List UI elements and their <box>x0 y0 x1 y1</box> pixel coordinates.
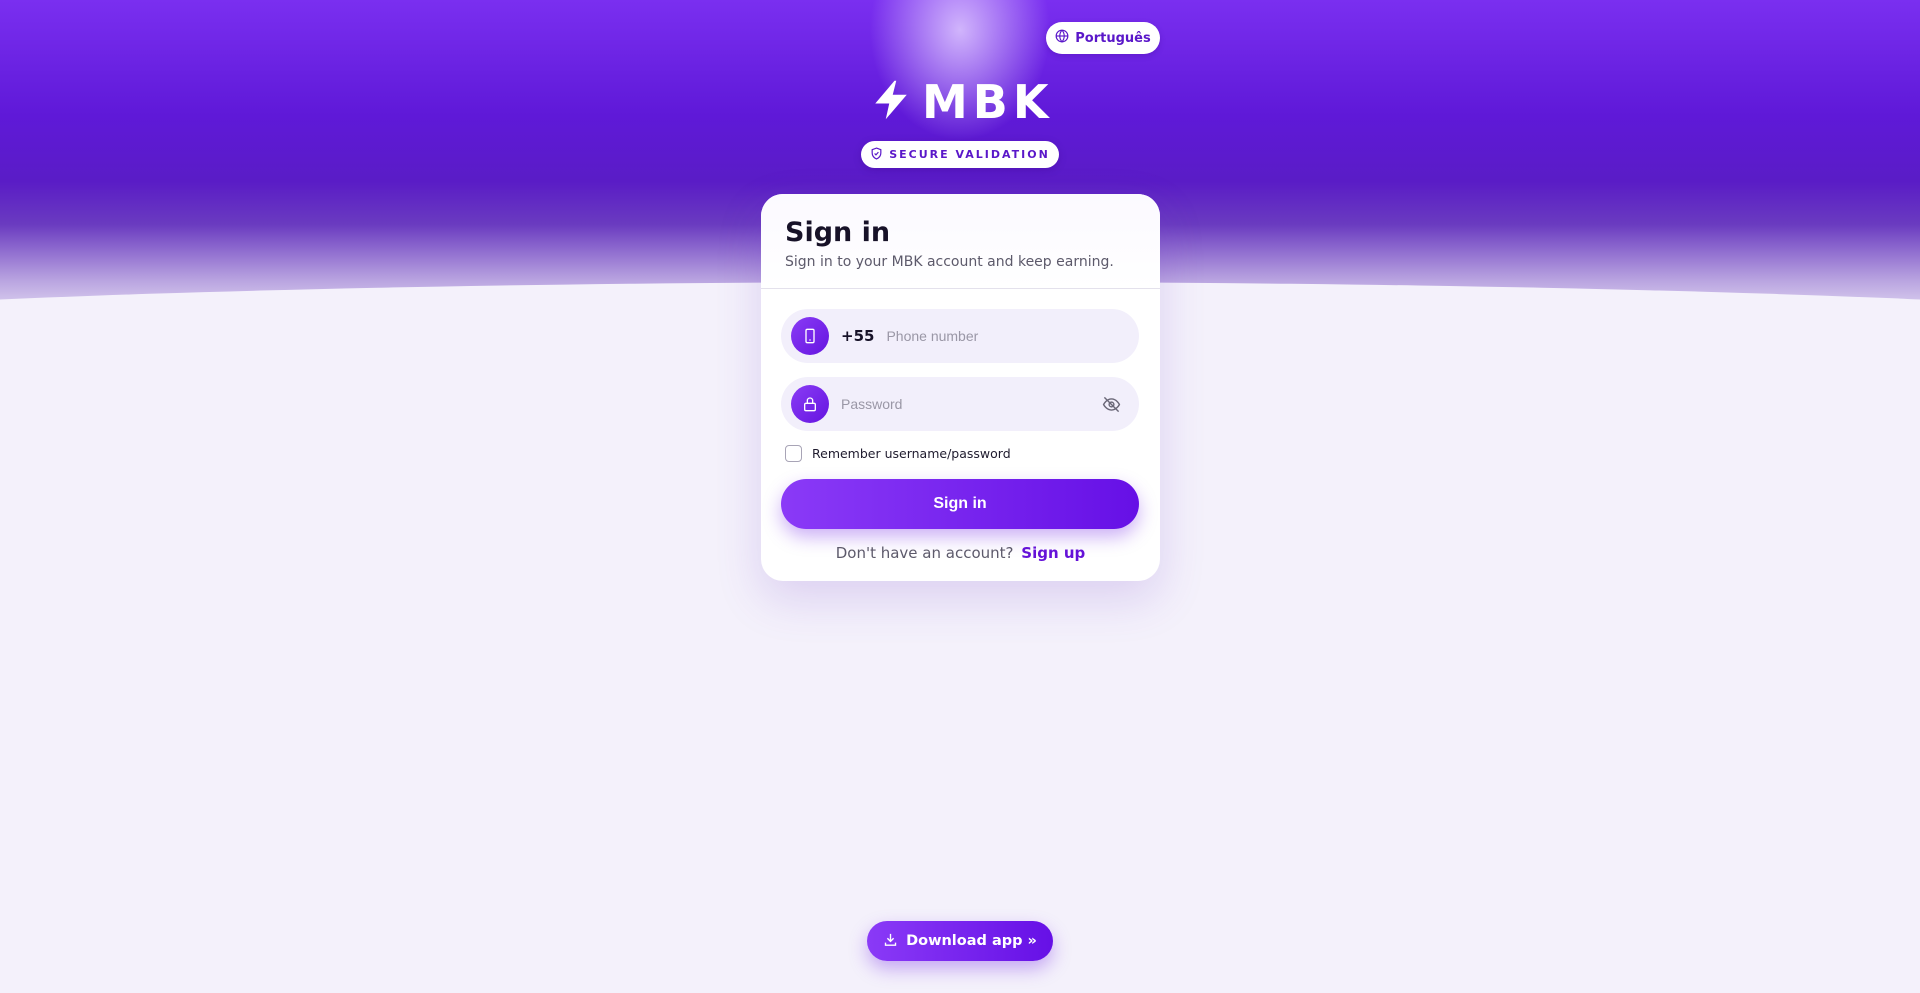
badge-label: SECURE VALIDATION <box>889 148 1050 161</box>
globe-icon <box>1055 29 1069 47</box>
page-title: Sign in <box>785 217 891 248</box>
lightning-bolt-icon <box>870 79 912 125</box>
signup-link[interactable]: Sign up <box>1021 544 1085 562</box>
signin-button[interactable]: Sign in <box>781 479 1139 529</box>
signin-card: Sign in Sign in to your MBK account and … <box>761 194 1160 581</box>
secure-validation-badge: SECURE VALIDATION <box>861 141 1059 168</box>
download-icon <box>883 932 898 951</box>
phone-field[interactable]: +55 <box>781 309 1139 363</box>
remember-label: Remember username/password <box>812 446 1011 461</box>
language-selector-button[interactable]: Português <box>1046 22 1160 54</box>
signup-row: Don't have an account? Sign up <box>761 544 1160 562</box>
password-field[interactable] <box>781 377 1139 431</box>
page-subtitle: Sign in to your MBK account and keep ear… <box>785 254 1114 270</box>
signup-prompt: Don't have an account? <box>835 544 1014 562</box>
phone-input[interactable] <box>886 328 1107 344</box>
download-label: Download app » <box>906 933 1037 949</box>
country-code-prefix[interactable]: +55 <box>841 327 874 345</box>
download-app-button[interactable]: Download app » <box>867 921 1053 961</box>
password-input[interactable] <box>841 396 1061 412</box>
eye-off-icon[interactable] <box>1101 394 1121 414</box>
remember-me[interactable]: Remember username/password <box>785 445 1011 462</box>
shield-check-icon <box>870 146 883 163</box>
remember-checkbox[interactable] <box>785 445 802 462</box>
lock-icon <box>791 385 829 423</box>
brand-name: MBK <box>922 75 1054 129</box>
brand-logo: MBK <box>870 78 1050 126</box>
smartphone-icon <box>791 317 829 355</box>
card-header: Sign in Sign in to your MBK account and … <box>761 194 1160 289</box>
language-label: Português <box>1075 30 1151 46</box>
